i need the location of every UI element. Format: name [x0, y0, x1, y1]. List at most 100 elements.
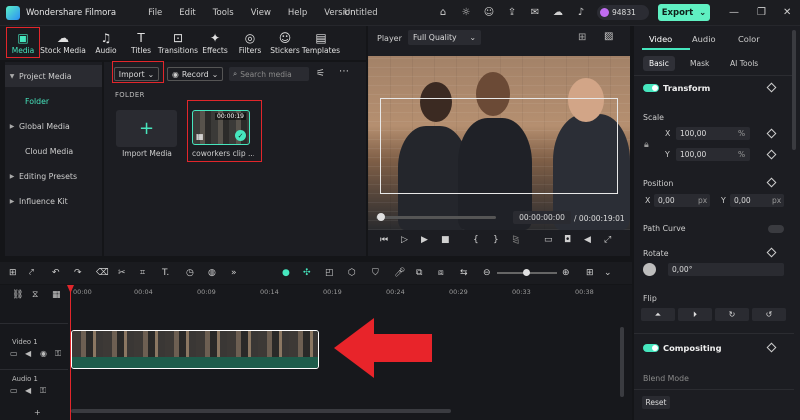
color-icon[interactable]: ◍	[208, 268, 216, 278]
audio-mix-icon[interactable]: ⧉	[416, 268, 422, 278]
speed-icon[interactable]: ◷	[186, 268, 194, 278]
close-icon[interactable]: ✕	[783, 7, 791, 18]
snapshot-image-icon[interactable]: ▨	[604, 31, 613, 42]
playback-progress[interactable]	[376, 216, 496, 219]
path-curve-toggle[interactable]	[768, 225, 784, 233]
zoom-out-icon[interactable]: ⊖	[483, 268, 491, 278]
gift-icon[interactable]: ⌂	[436, 5, 450, 19]
timeline-playhead[interactable]	[70, 285, 71, 420]
tab-color[interactable]: Color	[738, 34, 760, 44]
record-button[interactable]: ◉ Record ⌄	[167, 67, 223, 81]
mark-in-icon[interactable]: {	[473, 235, 479, 245]
reset-button[interactable]: Reset	[642, 396, 670, 409]
cloud-icon[interactable]: ☁	[551, 5, 565, 19]
marker-icon[interactable]: ⬡	[348, 268, 356, 278]
folder-icon[interactable]: ▭	[10, 349, 18, 358]
properties-scrollbar[interactable]	[792, 30, 796, 150]
credits-badge[interactable]: 94831	[597, 5, 649, 20]
split-marker-icon[interactable]: ⧎	[512, 235, 520, 245]
flip-horizontal-button[interactable]: ⏵	[678, 308, 712, 321]
volume-icon[interactable]: ◀	[25, 386, 31, 395]
menu-view[interactable]: View	[251, 8, 271, 18]
subtab-basic[interactable]: Basic	[643, 56, 675, 71]
playback-handle[interactable]	[377, 213, 385, 221]
more-options-icon[interactable]: ⋯	[339, 66, 349, 77]
sidebar-item-folder[interactable]: Folder	[5, 90, 102, 112]
camera-icon[interactable]: ◘	[564, 235, 571, 245]
restore-icon[interactable]: ❐	[757, 7, 766, 18]
bulb-icon[interactable]: ☼	[459, 5, 473, 19]
lock-track-icon[interactable]: ⚿	[40, 386, 46, 396]
grid-view-icon[interactable]: ⊞	[586, 268, 594, 278]
tab-stock-media[interactable]: ☁ Stock Media	[40, 28, 86, 58]
add-track-icon[interactable]: ⛓	[12, 290, 23, 300]
menu-edit[interactable]: Edit	[179, 8, 195, 18]
zoom-in-icon[interactable]: ⊕	[562, 268, 570, 278]
upload-icon[interactable]: ⇪	[505, 5, 519, 19]
shield-icon[interactable]: ⛉	[372, 268, 379, 278]
sidebar-item-cloud-media[interactable]: Cloud Media	[5, 140, 102, 162]
render-icon[interactable]: ◰	[325, 268, 334, 278]
fullscreen-icon[interactable]: ⤢	[604, 235, 611, 245]
stop-icon[interactable]: ■	[441, 235, 450, 245]
menu-tools[interactable]: Tools	[213, 8, 234, 18]
keyframe-icon[interactable]	[766, 177, 777, 188]
message-icon[interactable]: ✉	[528, 5, 542, 19]
keyframe-icon[interactable]	[766, 128, 777, 139]
rotate-dial[interactable]	[643, 263, 656, 276]
lock-icon[interactable]: 🔒︎	[644, 140, 649, 150]
rotate-left-button[interactable]: ↺	[752, 308, 786, 321]
delete-icon[interactable]: ⌫	[96, 268, 109, 278]
microphone-icon[interactable]: 🎤︎	[394, 268, 405, 278]
import-media-tile[interactable]: +	[116, 110, 177, 147]
subtab-mask[interactable]: Mask	[684, 56, 715, 71]
keyframe-icon[interactable]	[766, 247, 777, 258]
grid-view-icon[interactable]: ⊞	[578, 32, 586, 43]
text-tool-icon[interactable]: T.	[162, 268, 169, 278]
prev-frame-icon[interactable]: ⏮	[380, 235, 388, 245]
flip-vertical-button[interactable]: ⏶	[641, 308, 675, 321]
layout-icon[interactable]: ⊞	[9, 268, 17, 278]
quality-dropdown[interactable]: Full Quality ⌄	[408, 30, 481, 45]
filter-icon[interactable]: ⚟	[316, 68, 325, 79]
sidebar-item-global-media[interactable]: ▶ Global Media	[5, 115, 102, 137]
account-icon[interactable]: ☺	[482, 5, 496, 19]
play-icon[interactable]: ▶	[421, 235, 428, 245]
subtab-ai-tools[interactable]: AI Tools	[724, 56, 764, 71]
export-button[interactable]: Export ⌄	[658, 4, 710, 21]
sidebar-item-influence-kit[interactable]: ▶ Influence Kit	[5, 190, 102, 212]
ai-mate-icon[interactable]: ●	[282, 268, 290, 278]
tab-templates[interactable]: ▤ Templates	[298, 28, 344, 58]
compositing-toggle[interactable]	[643, 344, 659, 352]
zoom-slider-handle[interactable]	[523, 269, 530, 276]
more-tools-icon[interactable]: »	[231, 268, 237, 278]
redo-icon[interactable]: ↷	[74, 268, 82, 278]
volume-icon[interactable]: ◀	[25, 349, 31, 358]
track-settings-icon[interactable]: ▦	[52, 290, 61, 300]
headset-icon[interactable]: ♪	[574, 5, 588, 19]
cut-icon[interactable]: ✂	[118, 268, 126, 278]
snap-icon[interactable]: ✣	[303, 268, 311, 278]
replace-icon[interactable]: ⇆	[460, 268, 468, 278]
video-preview[interactable]	[368, 56, 630, 230]
timeline-vertical-scrollbar[interactable]	[620, 327, 624, 397]
picture-in-picture-icon[interactable]: ⧈	[438, 268, 444, 278]
mark-out-icon[interactable]: }	[493, 235, 499, 245]
chevron-down-icon[interactable]: ⌄	[604, 268, 612, 278]
lock-track-icon[interactable]: ⚿	[55, 349, 61, 359]
eye-icon[interactable]: ◉	[40, 349, 47, 358]
search-input[interactable]: ⌕ Search media	[229, 67, 309, 81]
select-tool-icon[interactable]: ⤤	[29, 268, 34, 278]
play-step-icon[interactable]: ▷	[401, 235, 408, 245]
keyframe-icon[interactable]	[766, 82, 777, 93]
crop-icon[interactable]: ⌗	[140, 268, 145, 278]
keyframe-icon[interactable]	[766, 342, 777, 353]
tab-audio-props[interactable]: Audio	[692, 34, 716, 44]
sidebar-item-editing-presets[interactable]: ▶ Editing Presets	[5, 165, 102, 187]
minimize-icon[interactable]: —	[729, 7, 739, 18]
undo-icon[interactable]: ↶	[52, 268, 60, 278]
timeline-horizontal-scrollbar[interactable]	[71, 409, 451, 413]
folder-icon[interactable]: ▭	[10, 386, 18, 395]
volume-icon[interactable]: ◀	[584, 235, 591, 245]
menu-help[interactable]: Help	[288, 8, 307, 18]
